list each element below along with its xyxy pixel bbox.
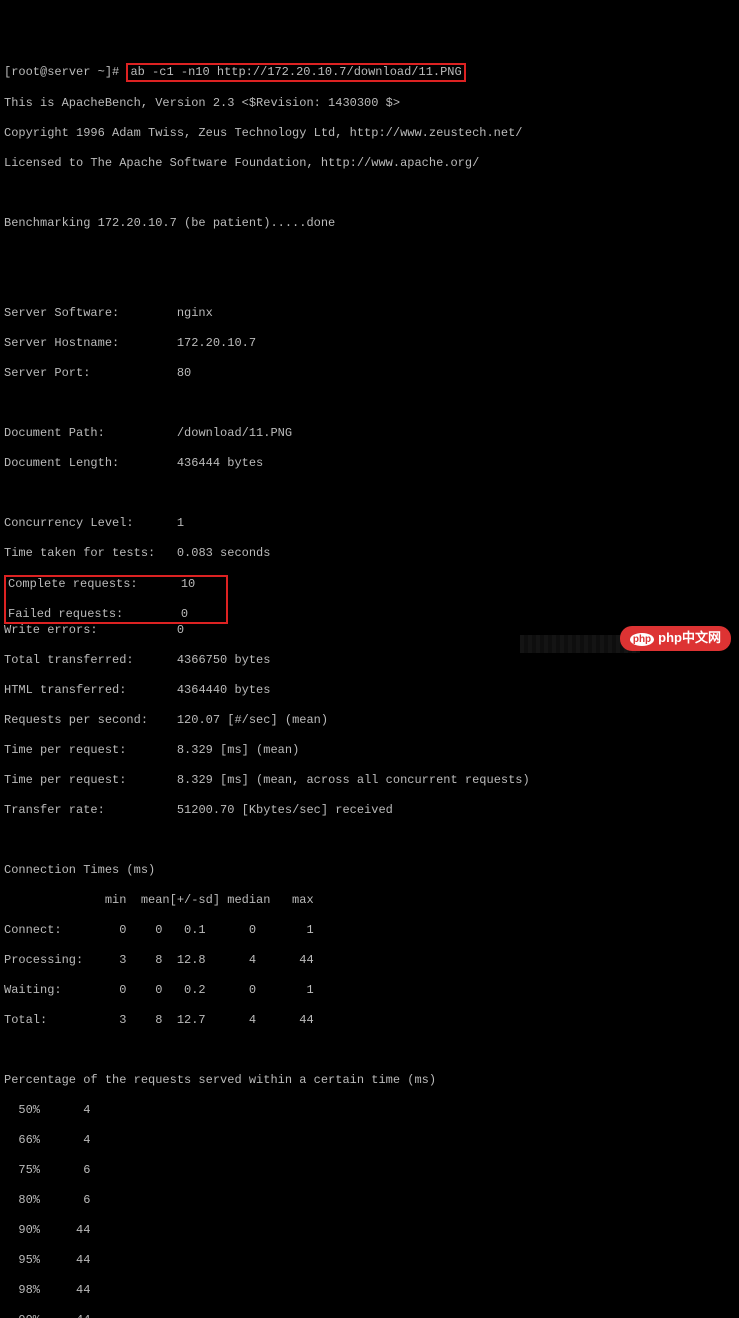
header-line-2: Copyright 1996 Adam Twiss, Zeus Technolo… bbox=[4, 126, 735, 141]
label: Document Path: bbox=[4, 426, 105, 440]
document-path: Document Path: /download/11.PNG bbox=[4, 426, 735, 441]
blank-line bbox=[4, 486, 735, 501]
blank-line bbox=[4, 246, 735, 261]
label: Document Length: bbox=[4, 456, 119, 470]
requests-per-second: Requests per second: 120.07 [#/sec] (mea… bbox=[4, 713, 735, 728]
label: Total transferred: bbox=[4, 653, 134, 667]
time-per-request-2: Time per request: 8.329 [ms] (mean, acro… bbox=[4, 773, 735, 788]
blank-line bbox=[4, 1043, 735, 1058]
value: 0.083 seconds bbox=[177, 546, 271, 560]
p95: 95% 44 bbox=[4, 1253, 735, 1268]
requests-highlight: Complete requests: 10 Failed requests: 0 bbox=[4, 575, 228, 624]
blank-line bbox=[4, 396, 735, 411]
value: 436444 bytes bbox=[177, 456, 263, 470]
label: Transfer rate: bbox=[4, 803, 105, 817]
prompt-host: server bbox=[47, 65, 90, 79]
p80: 80% 6 bbox=[4, 1193, 735, 1208]
label: Write errors: bbox=[4, 623, 98, 637]
value: 120.07 [#/sec] (mean) bbox=[177, 713, 328, 727]
benchmarking-line: Benchmarking 172.20.10.7 (be patient)...… bbox=[4, 216, 735, 231]
percentage-title: Percentage of the requests served within… bbox=[4, 1073, 735, 1088]
connect-row: Connect: 0 0 0.1 0 1 bbox=[4, 923, 735, 938]
label: Complete requests: bbox=[8, 577, 138, 591]
p98: 98% 44 bbox=[4, 1283, 735, 1298]
command-highlight: ab -c1 -n10 http://172.20.10.7/download/… bbox=[126, 63, 465, 82]
label: Concurrency Level: bbox=[4, 516, 134, 530]
p90: 90% 44 bbox=[4, 1223, 735, 1238]
prompt-cwd: ~ bbox=[98, 65, 105, 79]
html-transferred: HTML transferred: 4364440 bytes bbox=[4, 683, 735, 698]
prompt-symbol: # bbox=[112, 65, 119, 79]
value: 10 bbox=[181, 577, 195, 591]
processing-row: Processing: 3 8 12.8 4 44 bbox=[4, 953, 735, 968]
header-line-3: Licensed to The Apache Software Foundati… bbox=[4, 156, 735, 171]
transfer-rate: Transfer rate: 51200.70 [Kbytes/sec] rec… bbox=[4, 803, 735, 818]
server-software: Server Software: nginx bbox=[4, 306, 735, 321]
label: Time taken for tests: bbox=[4, 546, 155, 560]
value: 0 bbox=[177, 623, 184, 637]
document-length: Document Length: 436444 bytes bbox=[4, 456, 735, 471]
prompt-user: root bbox=[11, 65, 40, 79]
p75: 75% 6 bbox=[4, 1163, 735, 1178]
label: HTML transferred: bbox=[4, 683, 126, 697]
p50: 50% 4 bbox=[4, 1103, 735, 1118]
watermark-text: php中文网 bbox=[658, 630, 721, 645]
server-port: Server Port: 80 bbox=[4, 366, 735, 381]
waiting-row: Waiting: 0 0 0.2 0 1 bbox=[4, 983, 735, 998]
total-row: Total: 3 8 12.7 4 44 bbox=[4, 1013, 735, 1028]
header-line-1: This is ApacheBench, Version 2.3 <$Revis… bbox=[4, 96, 735, 111]
blank-line bbox=[4, 276, 735, 291]
total-transferred: Total transferred: 4366750 bytes bbox=[4, 653, 735, 668]
p66: 66% 4 bbox=[4, 1133, 735, 1148]
value: nginx bbox=[177, 306, 213, 320]
value: 0 bbox=[181, 607, 188, 621]
time-taken: Time taken for tests: 0.083 seconds bbox=[4, 546, 735, 561]
value: 4364440 bytes bbox=[177, 683, 271, 697]
value: 80 bbox=[177, 366, 191, 380]
failed-requests: Failed requests: 0 bbox=[8, 607, 224, 622]
label: Server Software: bbox=[4, 306, 119, 320]
value: 4366750 bytes bbox=[177, 653, 271, 667]
time-per-request: Time per request: 8.329 [ms] (mean) bbox=[4, 743, 735, 758]
command-text: ab -c1 -n10 http://172.20.10.7/download/… bbox=[130, 65, 461, 79]
watermark-badge: php php中文网 bbox=[620, 626, 731, 651]
value: /download/11.PNG bbox=[177, 426, 292, 440]
value: 8.329 [ms] (mean) bbox=[177, 743, 299, 757]
prompt-line[interactable]: [root@server ~]# ab -c1 -n10 http://172.… bbox=[4, 64, 735, 81]
label: Time per request: bbox=[4, 773, 126, 787]
concurrency-level: Concurrency Level: 1 bbox=[4, 516, 735, 531]
label: Server Port: bbox=[4, 366, 90, 380]
value: 172.20.10.7 bbox=[177, 336, 256, 350]
blank-line bbox=[4, 833, 735, 848]
blank-line bbox=[4, 186, 735, 201]
p99: 99% 44 bbox=[4, 1313, 735, 1318]
value: 8.329 [ms] (mean, across all concurrent … bbox=[177, 773, 530, 787]
label: Failed requests: bbox=[8, 607, 123, 621]
label: Requests per second: bbox=[4, 713, 148, 727]
connection-times-header: min mean[+/-sd] median max bbox=[4, 893, 735, 908]
value: 51200.70 [Kbytes/sec] received bbox=[177, 803, 393, 817]
server-hostname: Server Hostname: 172.20.10.7 bbox=[4, 336, 735, 351]
value: 1 bbox=[177, 516, 184, 530]
complete-requests: Complete requests: 10 bbox=[8, 577, 224, 592]
label: Time per request: bbox=[4, 743, 126, 757]
label: Server Hostname: bbox=[4, 336, 119, 350]
connection-times-title: Connection Times (ms) bbox=[4, 863, 735, 878]
php-icon: php bbox=[630, 633, 654, 646]
